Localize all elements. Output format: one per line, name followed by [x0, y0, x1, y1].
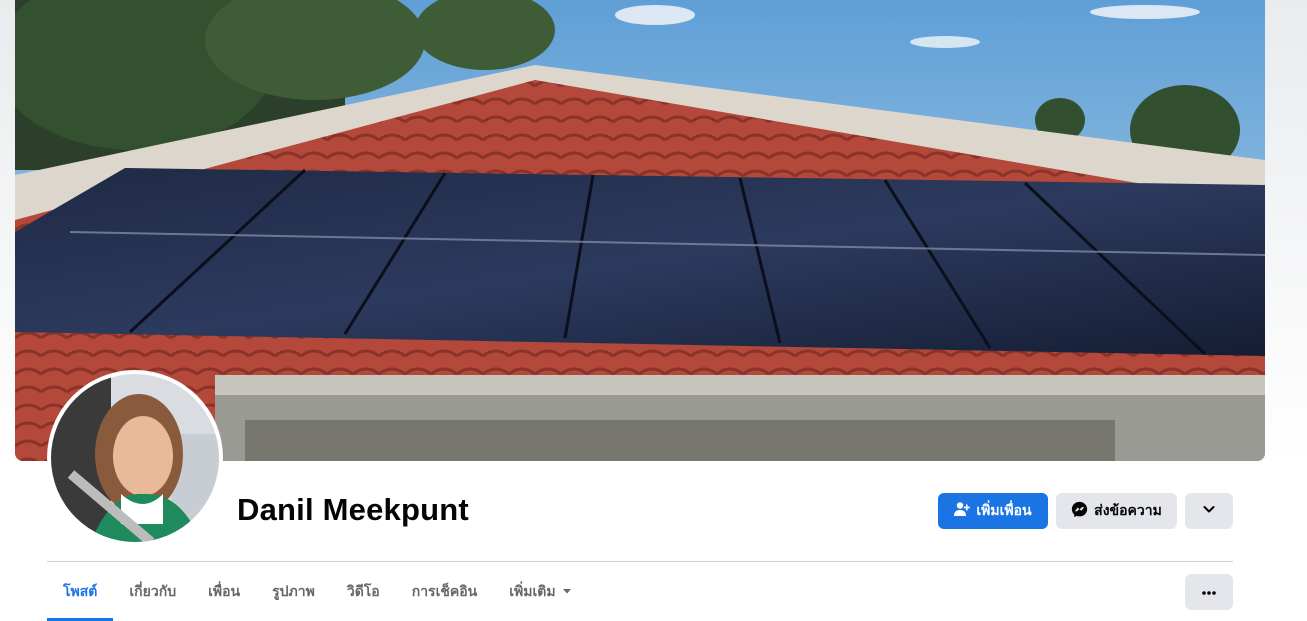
tab-label: เพิ่มเติม — [509, 583, 556, 600]
tab-label: เพื่อน — [208, 583, 241, 600]
tab-label: โพสต์ — [63, 583, 98, 600]
cover-photo[interactable] — [15, 0, 1265, 461]
profile-tabs: โพสต์ เกี่ยวกับ เพื่อน รูปภาพ วิดีโอ การ… — [47, 562, 588, 621]
profile-page: Danil Meekpunt เพิ่มเพื่อน ส่งข้อความ โพ… — [0, 0, 1307, 621]
tab-posts[interactable]: โพสต์ — [47, 562, 114, 621]
avatar-image — [51, 374, 219, 542]
more-options-button[interactable] — [1185, 574, 1233, 610]
profile-picture[interactable] — [47, 370, 223, 546]
tab-more[interactable]: เพิ่มเติม — [493, 562, 587, 621]
tab-label: เกี่ยวกับ — [129, 583, 177, 600]
caret-down-icon — [562, 584, 572, 600]
tab-videos[interactable]: วิดีโอ — [331, 562, 396, 621]
more-dots-icon — [1201, 583, 1217, 601]
tab-about[interactable]: เกี่ยวกับ — [113, 562, 192, 621]
add-friend-label: เพิ่มเพื่อน — [976, 503, 1032, 519]
tab-label: รูปภาพ — [272, 583, 315, 600]
person-plus-icon — [954, 501, 971, 521]
message-label: ส่งข้อความ — [1094, 503, 1162, 519]
message-button[interactable]: ส่งข้อความ — [1056, 493, 1177, 529]
chevron-down-icon — [1202, 502, 1216, 520]
tab-label: การเช็คอิน — [411, 583, 478, 600]
tab-photos[interactable]: รูปภาพ — [256, 562, 331, 621]
profile-actions: เพิ่มเพื่อน ส่งข้อความ — [938, 493, 1233, 529]
cover-image — [15, 0, 1265, 461]
add-friend-button[interactable]: เพิ่มเพื่อน — [938, 493, 1048, 529]
tab-label: วิดีโอ — [346, 583, 380, 600]
profile-options-button[interactable] — [1185, 493, 1233, 529]
profile-name: Danil Meekpunt — [237, 492, 469, 527]
messenger-icon — [1071, 501, 1088, 522]
tab-friends[interactable]: เพื่อน — [192, 562, 256, 621]
tab-checkins[interactable]: การเช็คอิน — [396, 562, 494, 621]
